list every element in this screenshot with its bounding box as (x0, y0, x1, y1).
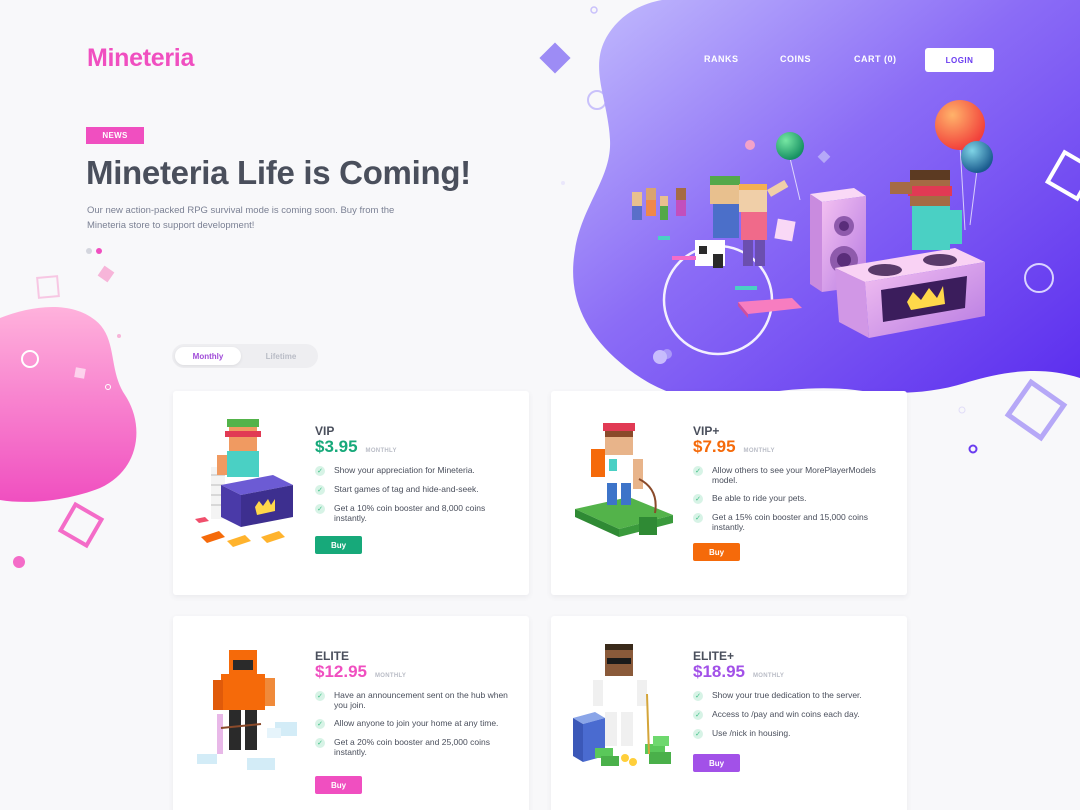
feature-item: ✓ Show your true dedication to the server… (693, 690, 888, 701)
vip-character-illustration (195, 419, 293, 547)
feature-item: ✓ Be able to ride your pets. (693, 493, 888, 504)
feature-list: ✓ Show your appreciation for Mineteria. ✓… (315, 465, 510, 532)
feature-item: ✓ Have an announcement sent on the hub wh… (315, 690, 510, 710)
hero-description: Our new action-packed RPG survival mode … (87, 205, 395, 231)
plan-card-elite-plus: ELITE+ $18.95 MONTHLY ✓ Show your true de… (551, 616, 907, 810)
plan-name: VIP (315, 424, 335, 438)
feature-item: ✓ Get a 10% coin booster and 8,000 coins … (315, 503, 510, 523)
check-icon: ✓ (315, 738, 325, 748)
plan-name: VIP+ (693, 424, 720, 438)
news-badge: NEWS (86, 127, 144, 144)
check-icon: ✓ (315, 691, 325, 701)
plan-period: MONTHLY (753, 673, 785, 679)
brand-logo[interactable]: Mineteria (87, 44, 194, 73)
check-icon: ✓ (315, 504, 325, 514)
plan-price: $12.95 (315, 662, 367, 681)
hero-title: Mineteria Life is Coming! (86, 154, 471, 191)
elite-character-illustration (197, 650, 297, 770)
vip-plus-character-illustration (575, 423, 673, 537)
check-icon: ✓ (315, 466, 325, 476)
slider-dot-2[interactable] (96, 248, 102, 254)
toggle-monthly[interactable]: Monthly (175, 347, 241, 365)
plan-name: ELITE (315, 649, 350, 663)
check-icon: ✓ (315, 485, 325, 495)
plan-card-vip: VIP $3.95 MONTHLY ✓ Show your appreciatio… (173, 391, 529, 595)
check-icon: ✓ (693, 494, 703, 504)
feature-item: ✓ Get a 20% coin booster and 25,000 coins… (315, 737, 510, 757)
buy-button-vip[interactable]: Buy (315, 536, 362, 554)
buy-button-vip-plus[interactable]: Buy (693, 543, 740, 561)
feature-item: ✓ Allow others to see your MorePlayerMode… (693, 465, 888, 485)
nav-ranks[interactable]: RANKS (704, 54, 739, 64)
feature-item: ✓ Get a 15% coin booster and 15,000 coins… (693, 512, 888, 532)
elite-plus-character-illustration (573, 644, 671, 766)
login-button[interactable]: LOGIN (925, 48, 994, 72)
nav-coins[interactable]: COINS (780, 54, 811, 64)
buy-button-elite[interactable]: Buy (315, 776, 362, 794)
feature-item: ✓ Start games of tag and hide-and-seek. (315, 484, 510, 495)
feature-list: ✓ Allow others to see your MorePlayerMode… (693, 465, 888, 541)
hero-illustration (573, 0, 1080, 400)
feature-item: ✓ Show your appreciation for Mineteria. (315, 465, 510, 476)
plan-price: $18.95 (693, 662, 745, 681)
plan-period: MONTHLY (365, 448, 397, 454)
feature-list: ✓ Show your true dedication to the server… (693, 690, 888, 748)
feature-list: ✓ Have an announcement sent on the hub wh… (315, 690, 510, 766)
plan-name: ELITE+ (693, 649, 735, 663)
billing-toggle[interactable]: Monthly Lifetime (172, 344, 318, 368)
nav-cart[interactable]: CART (0) (854, 54, 897, 64)
check-icon: ✓ (693, 466, 703, 476)
feature-item: ✓ Allow anyone to join your home at any t… (315, 718, 510, 729)
feature-item: ✓ Access to /pay and win coins each day. (693, 709, 888, 720)
slider-dot-1[interactable] (86, 248, 92, 254)
plan-price: $3.95 (315, 437, 358, 456)
plan-price: $7.95 (693, 437, 736, 456)
toggle-lifetime[interactable]: Lifetime (248, 347, 314, 365)
check-icon: ✓ (693, 729, 703, 739)
check-icon: ✓ (693, 710, 703, 720)
check-icon: ✓ (693, 691, 703, 701)
feature-item: ✓ Use /nick in housing. (693, 728, 888, 739)
buy-button-elite-plus[interactable]: Buy (693, 754, 740, 772)
check-icon: ✓ (693, 513, 703, 523)
plan-period: MONTHLY (743, 448, 775, 454)
plan-card-elite: ELITE $12.95 MONTHLY ✓ Have an announceme… (173, 616, 529, 810)
plan-card-vip-plus: VIP+ $7.95 MONTHLY ✓ Allow others to see … (551, 391, 907, 595)
plan-period: MONTHLY (375, 673, 407, 679)
check-icon: ✓ (315, 719, 325, 729)
